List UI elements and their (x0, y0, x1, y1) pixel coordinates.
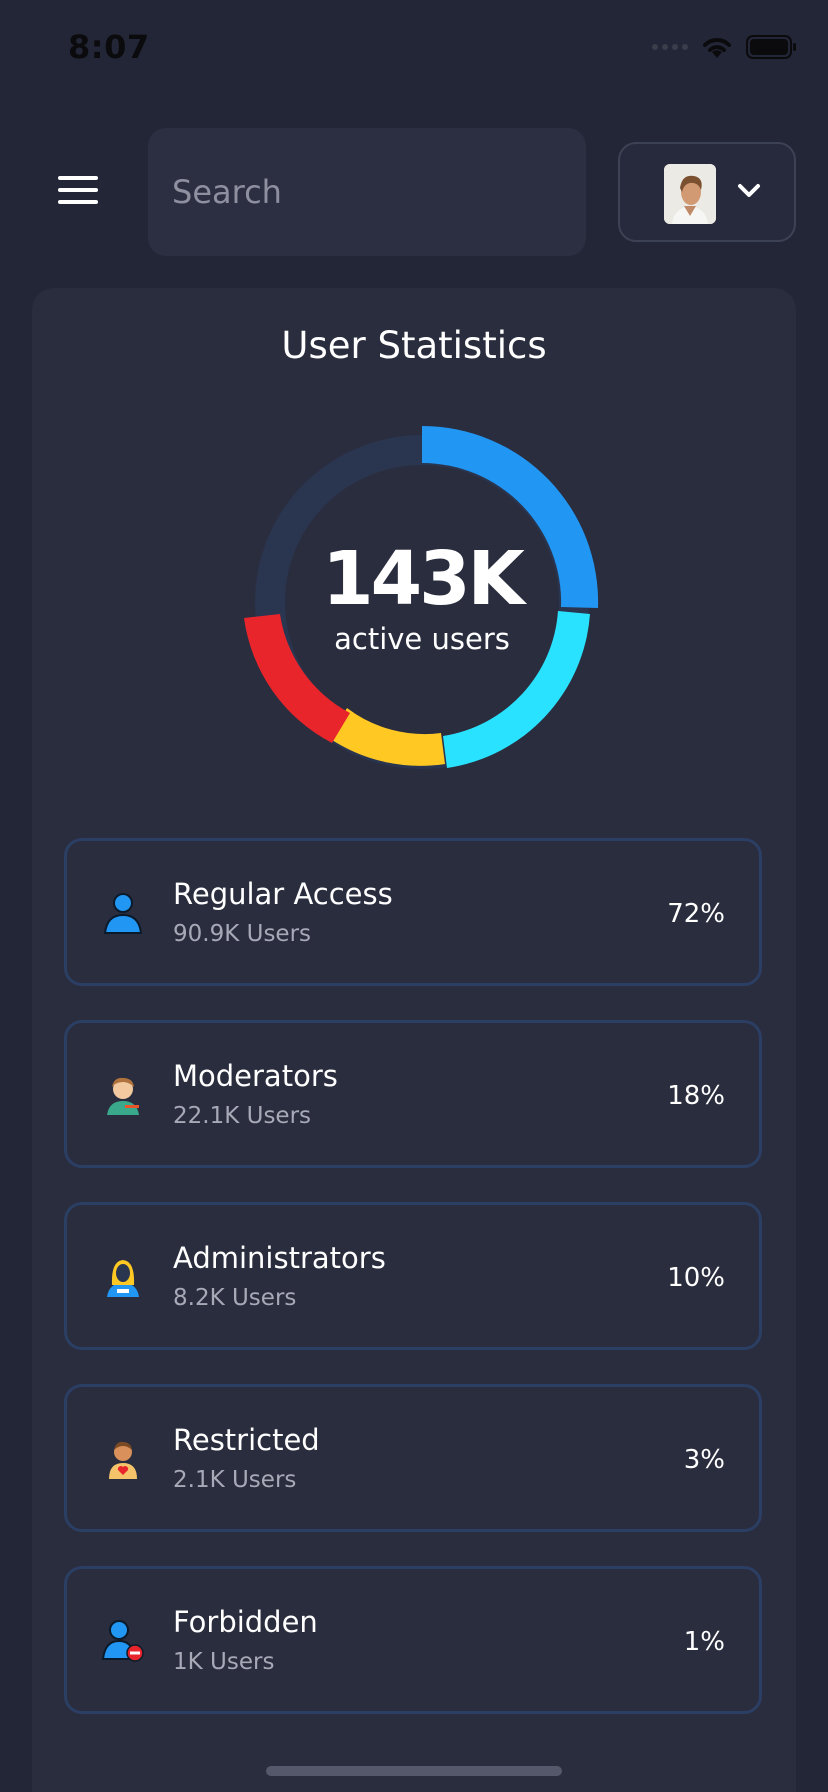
stat-count: 22.1K Users (173, 1103, 312, 1129)
status-icons (652, 34, 798, 60)
wifi-icon (703, 38, 731, 58)
stat-name: Administrators (173, 1241, 386, 1275)
cellular-signal-icon (652, 44, 688, 50)
avatar (664, 164, 716, 224)
stat-percent: 3% (683, 1445, 725, 1475)
stat-count: 2.1K Users (173, 1467, 297, 1493)
stat-name: Restricted (173, 1423, 320, 1457)
total-users-label: active users (334, 622, 510, 656)
battery-icon (746, 35, 796, 59)
search-box[interactable] (148, 128, 586, 256)
chevron-down-icon (738, 184, 760, 197)
restricted-user-icon (109, 1441, 137, 1479)
stat-percent: 72% (667, 899, 725, 929)
stat-row-restricted[interactable]: Restricted 2.1K Users 3% (64, 1384, 762, 1532)
stat-name: Forbidden (173, 1605, 318, 1639)
home-indicator[interactable] (266, 1766, 562, 1776)
stat-row-administrators[interactable]: Administrators 8.2K Users 10% (64, 1202, 762, 1350)
user-statistics-card: User Statistics 143K active users Regula… (32, 288, 796, 1792)
admin-icon (107, 1260, 139, 1297)
moderator-icon (107, 1077, 139, 1115)
menu-icon[interactable] (58, 176, 98, 206)
stat-count: 90.9K Users (173, 921, 312, 947)
stat-percent: 18% (667, 1081, 725, 1111)
stat-percent: 10% (667, 1263, 725, 1293)
profile-button[interactable] (618, 142, 796, 242)
stat-name: Moderators (173, 1059, 338, 1093)
user-icon (103, 893, 143, 934)
status-bar: 8:07 (0, 0, 828, 100)
status-time: 8:07 (68, 28, 150, 66)
stat-count: 1K Users (173, 1649, 275, 1675)
stat-row-forbidden[interactable]: Forbidden 1K Users 1% (64, 1566, 762, 1714)
stat-percent: 1% (683, 1627, 725, 1657)
stat-name: Regular Access (173, 877, 393, 911)
card-title: User Statistics (281, 324, 547, 367)
app-header (0, 128, 828, 256)
stat-row-regular-access[interactable]: Regular Access 90.9K Users 72% (64, 838, 762, 986)
donut-center: 143K active users (242, 412, 602, 792)
stat-row-moderators[interactable]: Moderators 22.1K Users 18% (64, 1020, 762, 1168)
forbidden-user-icon (101, 1620, 144, 1662)
stat-count: 8.2K Users (173, 1285, 297, 1311)
total-users-value: 143K (322, 536, 525, 622)
search-input[interactable] (172, 128, 562, 256)
